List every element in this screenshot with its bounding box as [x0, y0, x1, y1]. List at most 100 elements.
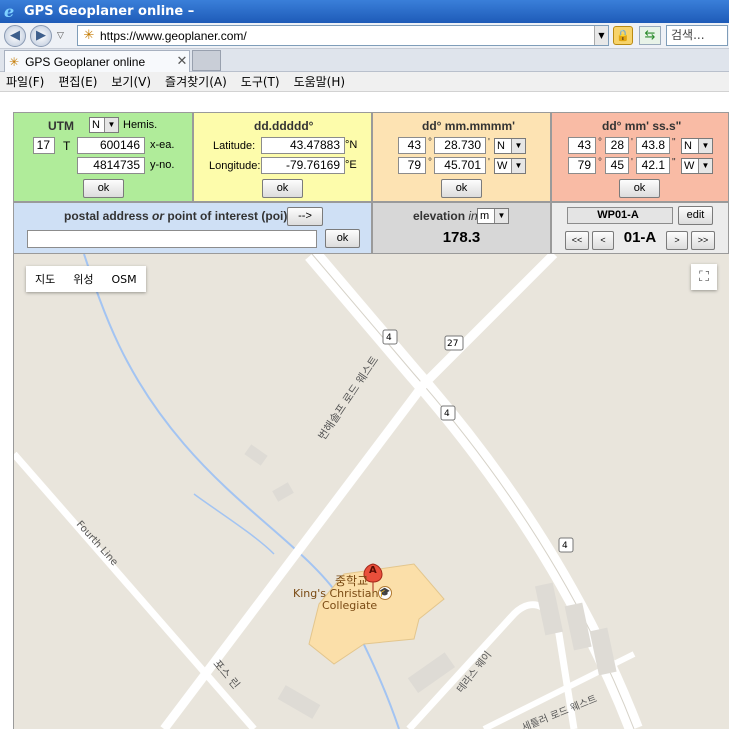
menu-file[interactable]: 파일(F) — [6, 73, 44, 90]
school-icon[interactable]: 🎓 — [378, 586, 392, 600]
lock-icon[interactable]: 🔒 — [613, 26, 633, 45]
menu-bar: 파일(F) 편집(E) 보기(V) 즐겨찾기(A) 도구(T) 도움말(H) — [0, 72, 729, 92]
minute-symbol: ' — [631, 157, 633, 168]
utm-hemisphere-select[interactable]: N ▼ — [89, 117, 119, 133]
longitude-hemisphere: °E — [345, 159, 357, 171]
chevron-down-icon: ▼ — [511, 159, 525, 173]
address-dropdown-icon[interactable]: ▼ — [594, 26, 608, 45]
elevation-unit-value: m — [480, 210, 490, 222]
second-symbol: " — [672, 157, 676, 168]
forward-button[interactable]: ▶ — [30, 24, 52, 47]
utm-band-label: T — [63, 139, 71, 153]
site-favicon-icon: ✳ — [83, 27, 95, 43]
decimal-ok-button[interactable]: ok — [262, 179, 303, 198]
map-type-satellite[interactable]: 위성 — [64, 271, 102, 287]
degminsec-header: dd° mm' ss.s" — [602, 119, 682, 133]
dms-lat-hem-select[interactable]: N ▼ — [681, 138, 713, 154]
degmin-lat-deg-field[interactable]: 43 — [398, 137, 426, 154]
dms-lat-min-field[interactable]: 28 — [605, 137, 629, 154]
dms-lon-hem-select[interactable]: W ▼ — [681, 158, 713, 174]
search-input[interactable]: 검색... — [666, 25, 728, 46]
menu-help[interactable]: 도움말(H) — [294, 73, 346, 90]
degmin-lon-deg-field[interactable]: 79 — [398, 157, 426, 174]
waypoint-prev-button[interactable]: < — [592, 231, 614, 250]
dms-lat-deg-field[interactable]: 43 — [568, 137, 596, 154]
ie-logo-icon: e — [4, 1, 15, 21]
latitude-field[interactable]: 43.47883 — [261, 137, 345, 154]
minute-symbol: ' — [488, 137, 490, 148]
utm-easting-field[interactable]: 600146 — [77, 137, 145, 154]
poi-ok-button[interactable]: ok — [325, 229, 360, 248]
utm-panel: UTM N ▼ Hemis. 17 T 600146 x-ea. 4814735 … — [13, 112, 193, 202]
menu-tools[interactable]: 도구(T) — [241, 73, 280, 90]
marker-label[interactable]: A — [369, 565, 377, 576]
elevation-label: elevation — [413, 209, 466, 223]
url-text[interactable]: https://www.geoplaner.com/ — [100, 29, 594, 43]
map-type-roadmap[interactable]: 지도 — [26, 271, 64, 287]
poi-input[interactable] — [27, 230, 317, 248]
fullscreen-icon[interactable]: ⛶ — [691, 264, 717, 290]
degmin-ok-button[interactable]: ok — [441, 179, 482, 198]
road-fourth-line — [14, 451, 257, 729]
map-view[interactable]: 4 27 4 4 번해솔프 로드 웨스트 Fourth Line 포스 린 테라… — [13, 254, 729, 729]
waypoint-edit-button[interactable]: edit — [678, 206, 713, 225]
building — [272, 482, 294, 502]
waypoint-first-button[interactable]: << — [565, 231, 589, 250]
dms-lon-sec-field[interactable]: 42.1 — [636, 157, 670, 174]
menu-favorites[interactable]: 즐겨찾기(A) — [165, 73, 227, 90]
menu-edit[interactable]: 편집(E) — [58, 73, 97, 90]
degmin-lon-min-field[interactable]: 45.701 — [434, 157, 486, 174]
utm-zone-field[interactable]: 17 — [33, 137, 55, 154]
utm-easting-label: x-ea. — [150, 139, 175, 151]
tab-label: GPS Geoplaner online — [25, 54, 146, 69]
tab-bar: ✳ GPS Geoplaner online ✕ — [0, 49, 729, 72]
degmin-lat-hem-select[interactable]: N ▼ — [494, 138, 526, 154]
poi-search-arrow-button[interactable]: --> — [287, 207, 323, 226]
utm-northing-label: y-no. — [150, 159, 175, 171]
address-bar[interactable]: ✳ https://www.geoplaner.com/ ▼ — [77, 25, 609, 46]
latitude-label: Latitude: — [213, 140, 256, 152]
waypoint-next-button[interactable]: > — [666, 231, 688, 250]
elevation-label-group: elevation in — [413, 209, 478, 223]
dms-lat-sec-field[interactable]: 43.8 — [636, 137, 670, 154]
utm-northing-field[interactable]: 4814735 — [77, 157, 145, 174]
poi-label-poi: point of interest (poi) — [167, 209, 288, 223]
utm-ok-button[interactable]: ok — [83, 179, 124, 198]
menu-view[interactable]: 보기(V) — [111, 73, 151, 90]
chevron-down-icon: ▼ — [104, 118, 118, 132]
elevation-value: 178.3 — [442, 229, 481, 246]
tab-geoplaner[interactable]: ✳ GPS Geoplaner online ✕ — [4, 50, 190, 72]
close-tab-icon[interactable]: ✕ — [175, 54, 189, 69]
poi-label-en-2: Collegiate — [322, 599, 378, 612]
back-button[interactable]: ◀ — [4, 24, 26, 47]
degree-symbol: ° — [428, 137, 432, 148]
stream-branch — [193, 493, 275, 555]
degmin-header: dd° mm.mmmm' — [422, 119, 515, 133]
dms-lon-min-field[interactable]: 45 — [605, 157, 629, 174]
waypoint-last-button[interactable]: >> — [691, 231, 715, 250]
degmin-lat-min-field[interactable]: 28.730 — [434, 137, 486, 154]
latitude-hemisphere: °N — [345, 139, 358, 151]
dms-lon-deg-field[interactable]: 79 — [568, 157, 596, 174]
route-label-4c: 4 — [562, 541, 568, 551]
utm-header: UTM — [48, 119, 74, 133]
utm-hemis-label: Hemis. — [123, 119, 158, 131]
elevation-panel: elevation in m ▼ 178.3 — [372, 202, 551, 254]
poi-label-address: postal address — [64, 209, 149, 223]
history-dropdown-icon[interactable]: ▽ — [57, 31, 64, 41]
waypoint-name-field[interactable]: WP01-A — [567, 207, 673, 224]
dms-lon-hem-value: W — [684, 160, 695, 172]
poi-label: postal address or point of interest (poi… — [64, 209, 287, 223]
dms-lat-hem-value: N — [684, 140, 692, 152]
elevation-unit-select[interactable]: m ▼ — [477, 208, 509, 224]
refresh-icon[interactable]: ⇆ — [639, 26, 661, 45]
back-arrow-icon: ◀ — [10, 28, 20, 43]
second-symbol: " — [672, 137, 676, 148]
longitude-field[interactable]: -79.76169 — [261, 157, 345, 174]
map-canvas[interactable] — [14, 254, 729, 729]
dms-ok-button[interactable]: ok — [619, 179, 660, 198]
map-type-osm[interactable]: OSM — [103, 273, 146, 286]
route-label-27: 27 — [447, 339, 459, 349]
degmin-lon-hem-select[interactable]: W ▼ — [494, 158, 526, 174]
new-tab-button[interactable] — [192, 50, 221, 71]
